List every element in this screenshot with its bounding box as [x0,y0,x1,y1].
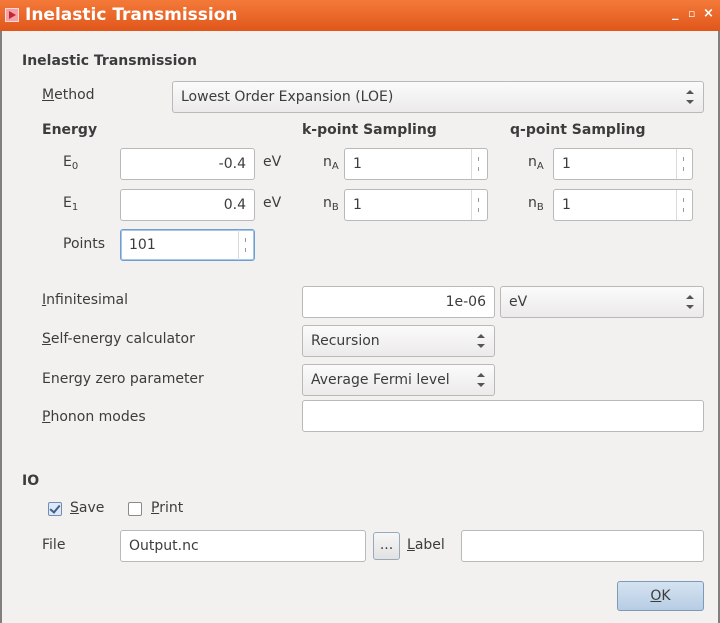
k-na-spinbox[interactable]: 1 [344,148,488,180]
file-value: Output.nc [129,538,199,554]
points-label: Points [63,236,106,252]
q-nb-label-main: n [528,195,537,211]
print-checkbox[interactable] [128,502,142,516]
e0-unit: eV [263,154,282,170]
q-nb-spinbox[interactable]: 1 [553,189,693,221]
updown-icon [477,334,485,348]
self-energy-label-mnemonic: S [42,331,51,347]
k-nb-spinbox[interactable]: 1 [344,189,488,221]
spin-arrows-icon[interactable] [238,230,254,260]
io-heading: IO [22,473,40,489]
q-na-value: 1 [562,156,571,172]
label-input[interactable] [461,530,704,562]
spin-arrows-icon[interactable] [471,190,487,220]
updown-icon [686,295,694,309]
self-energy-select[interactable]: Recursion [302,325,495,357]
infinitesimal-value: 1e-06 [445,294,486,310]
e0-input[interactable]: -0.4 [120,148,255,180]
k-nb-label: nB [323,195,339,213]
save-checkbox[interactable] [48,502,62,516]
app-icon [5,8,19,22]
infinitesimal-label: Infinitesimal [42,292,128,308]
close-icon[interactable]: × [703,6,714,21]
energy-zero-label: Energy zero parameter [42,371,204,387]
self-energy-value: Recursion [311,333,380,349]
phonon-modes-label: Phonon modes [42,409,146,425]
print-label-mnemonic: P [151,500,160,516]
energy-zero-value: Average Fermi level [311,372,450,388]
method-select-value: Lowest Order Expansion (LOE) [181,89,394,105]
method-label-mnemonic: M [42,87,55,103]
file-input[interactable]: Output.nc [120,530,366,562]
method-label: Method [42,87,95,103]
label-label: Label [407,537,445,553]
save-label[interactable]: Save [70,500,104,516]
e1-label-sub: 1 [71,202,79,213]
infinitesimal-unit-value: eV [509,294,528,310]
phonon-modes-input[interactable] [302,400,704,432]
points-spinbox[interactable]: 101 [120,229,255,261]
q-na-label-sub: A [536,161,544,172]
section-title: Inelastic Transmission [22,53,198,69]
ok-button-mnemonic: O [650,588,662,604]
method-label-rest: ethod [54,87,95,103]
q-nb-label-sub: B [536,202,544,213]
energy-heading: Energy [42,122,98,138]
spin-arrows-icon[interactable] [676,190,692,220]
browse-button[interactable]: ... [373,532,400,560]
maximize-icon[interactable]: ▫ [688,7,695,20]
k-nb-label-sub: B [331,202,339,213]
k-nb-value: 1 [353,197,362,213]
k-na-label-sub: A [331,161,339,172]
q-na-label-main: n [528,154,537,170]
print-label-rest: rint [159,500,184,516]
e1-input[interactable]: 0.4 [120,189,255,221]
e0-label-main: E [63,154,72,170]
method-select[interactable]: Lowest Order Expansion (LOE) [172,81,704,113]
q-nb-label: nB [528,195,544,213]
label-label-rest: abel [414,537,445,553]
minimize-icon[interactable]: _ [672,6,679,21]
e1-value: 0.4 [223,197,246,213]
self-energy-label-rest: elf-energy calculator [50,331,195,347]
infinitesimal-input[interactable]: 1e-06 [302,286,495,318]
kpoint-heading: k-point Sampling [302,122,437,138]
updown-icon [477,373,485,387]
e1-label-main: E [63,195,72,211]
window-frame-left [0,31,2,623]
energy-zero-select[interactable]: Average Fermi level [302,364,495,396]
k-na-value: 1 [353,156,362,172]
spin-arrows-icon[interactable] [676,149,692,179]
spin-arrows-icon[interactable] [471,149,487,179]
save-label-rest: ave [78,500,105,516]
print-label[interactable]: Print [151,500,183,516]
phonon-modes-label-rest: honon modes [50,409,146,425]
save-label-mnemonic: S [70,500,79,516]
file-label: File [42,537,66,553]
e0-label: E0 [63,154,79,172]
e1-unit: eV [263,195,282,211]
updown-icon [686,90,694,104]
k-na-label-main: n [323,154,332,170]
k-na-label: nA [323,154,339,172]
infinitesimal-label-rest: nfinitesimal [46,292,128,308]
qpoint-heading: q-point Sampling [510,122,646,138]
infinitesimal-unit-select[interactable]: eV [500,286,704,318]
self-energy-label: Self-energy calculator [42,331,195,347]
points-value: 101 [129,237,156,253]
label-label-mnemonic: L [407,537,415,553]
ok-button-rest: K [661,588,671,604]
e1-label: E1 [63,195,79,213]
ok-button[interactable]: OK [617,581,704,611]
q-na-label: nA [528,154,544,172]
e0-value: -0.4 [218,156,246,172]
e0-label-sub: 0 [71,161,79,172]
window-titlebar[interactable]: Inelastic Transmission _ ▫ × [0,0,720,31]
window-title: Inelastic Transmission [25,5,238,25]
q-nb-value: 1 [562,197,571,213]
k-nb-label-main: n [323,195,332,211]
q-na-spinbox[interactable]: 1 [553,148,693,180]
